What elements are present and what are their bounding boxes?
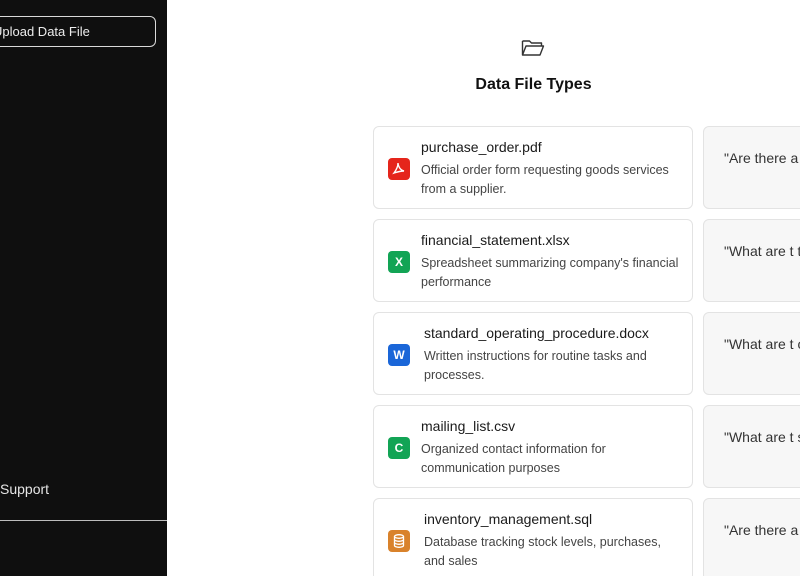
file-name: standard_operating_procedure.docx [424, 325, 649, 341]
file-name: purchase_order.pdf [421, 139, 542, 155]
file-name: financial_statement.xlsx [421, 232, 570, 248]
support-link[interactable]: Support [0, 481, 49, 497]
file-description: Written instructions for routine tasks a… [424, 349, 647, 382]
file-description: Organized contact information for commun… [421, 442, 606, 475]
question-card[interactable]: "Are there a stockouts?" [703, 498, 800, 576]
file-description: Official order form requesting goods ser… [421, 163, 669, 196]
folder-open-icon [521, 40, 545, 56]
file-name: mailing_list.csv [421, 418, 516, 434]
file-card-mailing-list[interactable]: C mailing_list.csv Organized contact inf… [373, 405, 693, 488]
file-card-financial-statement[interactable]: X financial_statement.xlsx Spreadsheet s… [373, 219, 693, 302]
main-content: Data File Types purchase_order.pdf Offic… [167, 0, 800, 576]
file-description: Spreadsheet summarizing company's financ… [421, 256, 679, 289]
question-text: "What are t segments in [724, 429, 800, 445]
sidebar-divider [0, 520, 167, 521]
database-icon [388, 530, 410, 552]
question-text: "Are there a stockouts?" [724, 522, 800, 538]
upload-data-file-label: Upload Data File [0, 24, 90, 39]
word-icon: W [388, 344, 410, 366]
file-description: Database tracking stock levels, purchase… [424, 535, 661, 568]
file-card-inventory-management[interactable]: inventory_management.sql Database tracki… [373, 498, 693, 576]
pdf-icon [388, 158, 410, 180]
question-card[interactable]: "Are there a associated [703, 126, 800, 209]
file-name: inventory_management.sql [424, 511, 593, 527]
question-card[interactable]: "What are t segments in [703, 405, 800, 488]
upload-data-file-button[interactable]: Upload Data File [0, 16, 156, 47]
sidebar: Upload Data File Support [0, 0, 167, 576]
csv-icon: C [388, 437, 410, 459]
file-card-standard-operating-procedure[interactable]: W standard_operating_procedure.docx Writ… [373, 312, 693, 395]
question-card[interactable]: "What are t outlined in t [703, 312, 800, 395]
question-text: "What are t they be opt [724, 243, 800, 259]
excel-icon: X [388, 251, 410, 273]
question-card[interactable]: "What are t they be opt [703, 219, 800, 302]
file-card-purchase-order[interactable]: purchase_order.pdf Official order form r… [373, 126, 693, 209]
page-title: Data File Types [475, 76, 592, 93]
question-text: "What are t outlined in t [724, 336, 800, 352]
question-text: "Are there a associated [724, 150, 800, 166]
